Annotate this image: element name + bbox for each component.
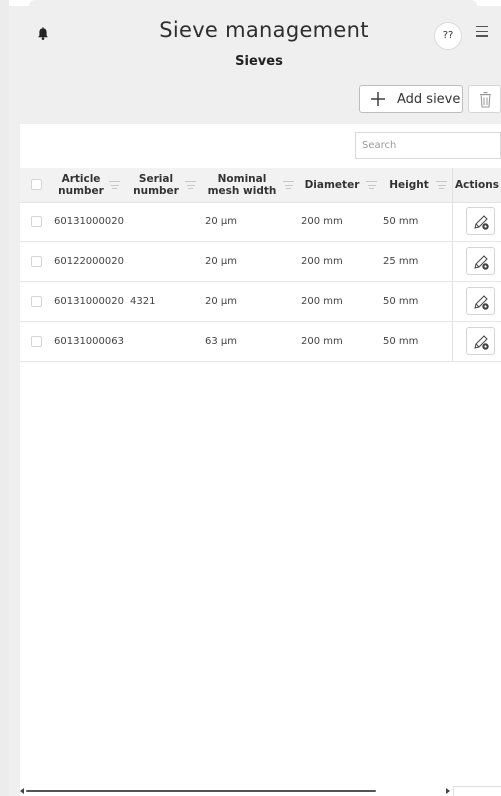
trash-icon <box>480 92 491 108</box>
serial-number-cell: 4321 <box>130 296 156 307</box>
height-cell: 50 mm <box>383 296 419 307</box>
search-input[interactable]: Search <box>355 132 501 159</box>
table-row[interactable]: 60122000020 20 μm 200 mm 25 mm <box>20 242 501 282</box>
row-checkbox[interactable] <box>31 216 42 227</box>
mesh-width-cell: 20 μm <box>205 296 238 307</box>
height-cell: 50 mm <box>383 216 419 227</box>
filter-icon[interactable] <box>185 181 196 189</box>
edit-pencil-gear-icon <box>474 255 489 270</box>
article-number-cell: 60131000063 <box>54 336 124 347</box>
article-number-cell: 60122000020 <box>54 256 124 267</box>
column-serial-number[interactable]: Serial number <box>126 168 200 202</box>
mesh-width-cell: 63 μm <box>205 336 238 347</box>
table-row[interactable]: 60131000020 4321 20 μm 200 mm 50 mm <box>20 282 501 322</box>
hamburger-menu-icon[interactable] <box>476 26 488 38</box>
filter-icon[interactable] <box>436 181 447 189</box>
edit-button[interactable] <box>466 287 495 315</box>
height-cell: 25 mm <box>383 256 419 267</box>
column-nominal-mesh-width[interactable]: Nominal mesh width <box>200 168 298 202</box>
column-article-number[interactable]: Article number <box>50 168 126 202</box>
column-diameter[interactable]: Diameter <box>298 168 380 202</box>
edit-button[interactable] <box>466 247 495 275</box>
edit-pencil-gear-icon <box>474 215 489 230</box>
table-header: Article number Serial number Nominal mesh w… <box>20 168 501 203</box>
article-number-cell: 60131000020 <box>54 296 124 307</box>
scroll-thumb[interactable] <box>26 790 376 792</box>
diameter-cell: 200 mm <box>301 216 343 227</box>
article-number-cell: 60131000020 <box>54 216 124 227</box>
delete-button[interactable] <box>468 85 501 113</box>
app-window: Sieve management ?? Sieves Add sieve Sea… <box>9 0 501 796</box>
edit-pencil-gear-icon <box>474 295 489 310</box>
add-sieve-label: Add sieve <box>397 92 461 107</box>
column-height[interactable]: Height <box>380 168 452 202</box>
mesh-width-cell: 20 μm <box>205 216 238 227</box>
table-row[interactable]: 60131000063 63 μm 200 mm 50 mm <box>20 322 501 362</box>
height-cell: 50 mm <box>383 336 419 347</box>
row-checkbox[interactable] <box>31 296 42 307</box>
row-checkbox[interactable] <box>31 336 42 347</box>
diameter-cell: 200 mm <box>301 296 343 307</box>
diameter-cell: 200 mm <box>301 256 343 267</box>
bell-icon[interactable] <box>37 26 49 40</box>
scroll-left-arrow-icon[interactable] <box>20 788 24 794</box>
section-title: Sieves <box>235 54 283 69</box>
column-actions: Actions <box>455 179 499 191</box>
diameter-cell: 200 mm <box>301 336 343 347</box>
edit-button[interactable] <box>466 327 495 355</box>
filter-icon[interactable] <box>109 181 120 189</box>
filter-icon[interactable] <box>283 181 294 189</box>
edit-pencil-gear-icon <box>474 335 489 350</box>
left-edge <box>0 0 9 796</box>
table-row[interactable]: 60131000020 20 μm 200 mm 50 mm <box>20 202 501 242</box>
help-button[interactable]: ?? <box>434 22 462 50</box>
sieves-table-panel: Search Article number Serial number Nomina… <box>20 124 501 796</box>
row-checkbox[interactable] <box>31 256 42 267</box>
add-sieve-button[interactable]: Add sieve <box>359 85 463 113</box>
mesh-width-cell: 20 μm <box>205 256 238 267</box>
scroll-right-arrow-icon[interactable] <box>446 788 450 794</box>
filter-icon[interactable] <box>366 181 377 189</box>
horizontal-scrollbar[interactable] <box>20 786 501 796</box>
select-all-checkbox[interactable] <box>31 179 42 190</box>
edit-button[interactable] <box>466 207 495 235</box>
plus-icon <box>370 91 386 108</box>
page-title: Sieve management <box>159 18 369 42</box>
